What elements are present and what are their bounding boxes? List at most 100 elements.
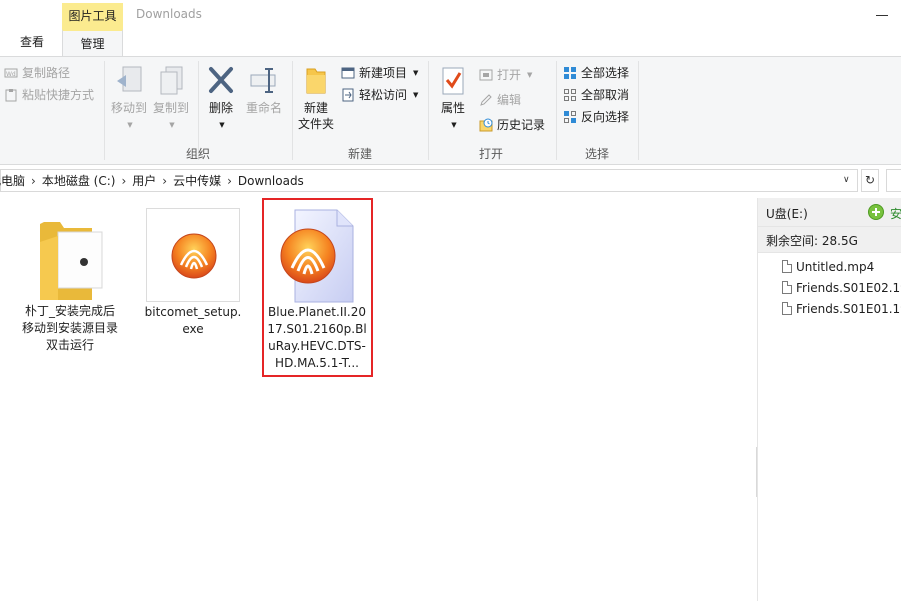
delete-label: 删除 xyxy=(208,101,233,115)
copy-to-label: 复制到 xyxy=(152,101,189,115)
drive-panel: U盘(E:) 安 剩余空间: 28.5G Untitled.mp4 Friend… xyxy=(757,198,901,601)
easy-access-icon xyxy=(341,88,355,102)
copy-to-icon xyxy=(160,66,183,95)
group-label-open: 打开 xyxy=(478,147,503,161)
copy-path-icon: Wd xyxy=(4,66,18,80)
free-space-row: 剩余空间: 28.5G xyxy=(758,227,901,253)
drive-header: U盘(E:) 安 xyxy=(758,198,901,227)
search-input[interactable] xyxy=(886,169,901,192)
new-folder-icon xyxy=(306,68,326,94)
properties-icon xyxy=(442,67,464,95)
paste-shortcut-icon xyxy=(4,88,18,102)
crumb-local-disk[interactable]: 本地磁盘 (C:) xyxy=(36,172,122,189)
list-item[interactable]: Friends.S01E02.19 xyxy=(782,277,901,298)
window-title: Downloads xyxy=(136,7,202,21)
drive-action-label[interactable]: 安 xyxy=(890,205,901,222)
new-folder-label-line1: 新建 xyxy=(303,101,328,115)
file-icon xyxy=(782,302,792,315)
new-item-button[interactable]: 新建项目 ▼ xyxy=(341,65,418,81)
chevron-down-icon: ▼ xyxy=(413,69,419,77)
chevron-down-icon: ▼ xyxy=(451,120,457,129)
title-bar: 图片工具 Downloads 查看 管理 xyxy=(0,0,901,56)
chevron-down-icon: ▼ xyxy=(413,91,419,99)
select-none-button[interactable]: 全部取消 xyxy=(563,87,629,103)
svg-text:Wd: Wd xyxy=(6,71,16,78)
list-item-label: Friends.S01E01.19 xyxy=(796,301,901,316)
properties-button[interactable]: 属性 ▼ xyxy=(432,65,474,133)
edit-button[interactable]: 编辑 xyxy=(479,92,521,108)
move-to-label: 移动到 xyxy=(110,101,147,115)
group-label-organize: 组织 xyxy=(185,147,210,161)
properties-label: 属性 xyxy=(440,101,465,115)
address-bar[interactable]: 此电脑 › 本地磁盘 (C:) › 用户 › 云中传媒 › Downloads … xyxy=(0,169,858,192)
paste-shortcut-button[interactable]: 粘贴快捷方式 xyxy=(4,87,94,103)
free-space-text: 剩余空间: 28.5G xyxy=(766,234,858,248)
file-item-folder[interactable]: 朴丁_安装完成后移动到安装源目录双击运行 xyxy=(20,205,120,365)
rename-icon xyxy=(250,68,276,93)
new-item-icon xyxy=(341,66,355,80)
crumb-this-pc[interactable]: 此电脑 xyxy=(0,172,31,189)
select-all-button[interactable]: 全部选择 xyxy=(563,65,629,81)
tab-view[interactable]: 查看 xyxy=(8,29,56,56)
file-item-torrent[interactable]: Blue.Planet.II.2017.S01.2160p.BluRay.HEV… xyxy=(267,205,367,375)
crumb-users[interactable]: 用户 xyxy=(126,172,162,189)
list-item-label: Friends.S01E02.19 xyxy=(796,280,901,295)
invert-selection-button[interactable]: 反向选择 xyxy=(563,109,629,125)
drive-name: U盘(E:) xyxy=(766,207,808,221)
add-icon[interactable] xyxy=(868,204,884,220)
open-button[interactable]: 打开 ▼ xyxy=(479,67,532,83)
file-item-exe[interactable]: bitcomet_setup.exe xyxy=(143,205,243,345)
list-item[interactable]: Untitled.mp4 xyxy=(782,256,901,277)
history-icon xyxy=(479,118,493,132)
delete-icon xyxy=(209,67,233,93)
rename-label: 重命名 xyxy=(245,101,282,115)
copy-path-button[interactable]: Wd 复制路径 xyxy=(4,65,70,81)
new-folder-button[interactable]: 新建 文件夹 xyxy=(296,65,336,132)
file-name: 朴丁_安装完成后移动到安装源目录双击运行 xyxy=(21,304,118,352)
chevron-down-icon: ▼ xyxy=(219,120,225,129)
open-label: 打开 xyxy=(497,68,522,82)
delete-button[interactable]: 删除 ▼ xyxy=(202,65,240,133)
group-label-new: 新建 xyxy=(347,147,372,161)
move-to-button[interactable]: 移动到 ▼ xyxy=(108,65,150,133)
file-icon xyxy=(782,260,792,273)
copy-path-label: 复制路径 xyxy=(22,66,71,80)
easy-access-button[interactable]: 轻松访问 ▼ xyxy=(341,87,418,103)
copy-to-button[interactable]: 复制到 ▼ xyxy=(150,65,192,133)
minimize-button[interactable] xyxy=(876,15,888,16)
list-item[interactable]: Friends.S01E01.19 xyxy=(782,298,901,319)
rename-button[interactable]: 重命名 xyxy=(242,65,286,116)
history-label: 历史记录 xyxy=(497,118,546,132)
refresh-icon: ↻ xyxy=(864,173,876,187)
select-all-icon xyxy=(563,66,577,80)
easy-access-label: 轻松访问 xyxy=(359,88,408,102)
open-icon xyxy=(479,68,493,82)
crumb-downloads[interactable]: Downloads xyxy=(232,174,310,188)
invert-selection-label: 反向选择 xyxy=(581,110,630,124)
drive-file-list: Untitled.mp4 Friends.S01E02.19 Friends.S… xyxy=(782,256,901,319)
file-icon xyxy=(782,281,792,294)
history-button[interactable]: 历史记录 xyxy=(479,117,545,133)
file-name: bitcomet_setup.exe xyxy=(144,305,242,336)
crumb-user-folder[interactable]: 云中传媒 xyxy=(167,172,227,189)
tab-manage[interactable]: 管理 xyxy=(62,29,123,56)
group-label-select: 选择 xyxy=(584,147,609,161)
paste-shortcut-label: 粘贴快捷方式 xyxy=(22,88,95,102)
new-folder-label-line2: 文件夹 xyxy=(297,117,334,131)
invert-selection-icon xyxy=(563,110,577,124)
edit-label: 编辑 xyxy=(497,93,522,107)
edit-icon xyxy=(479,93,493,107)
folder-icon xyxy=(40,222,103,300)
torrent-file-icon xyxy=(280,209,354,303)
select-none-icon xyxy=(563,88,577,102)
breadcrumb: 此电脑 › 本地磁盘 (C:) › 用户 › 云中传媒 › Downloads xyxy=(0,172,310,189)
chevron-down-icon: ▼ xyxy=(127,120,133,129)
chevron-down-icon: ▼ xyxy=(169,120,175,129)
context-tab-group-label: 图片工具 xyxy=(62,3,123,29)
select-all-label: 全部选择 xyxy=(581,66,630,80)
chevron-down-icon[interactable]: ∨ xyxy=(843,175,850,185)
new-item-label: 新建项目 xyxy=(359,66,408,80)
refresh-button[interactable]: ↻ xyxy=(861,169,879,192)
ribbon-separator xyxy=(638,61,639,160)
bitcomet-icon xyxy=(171,233,217,279)
